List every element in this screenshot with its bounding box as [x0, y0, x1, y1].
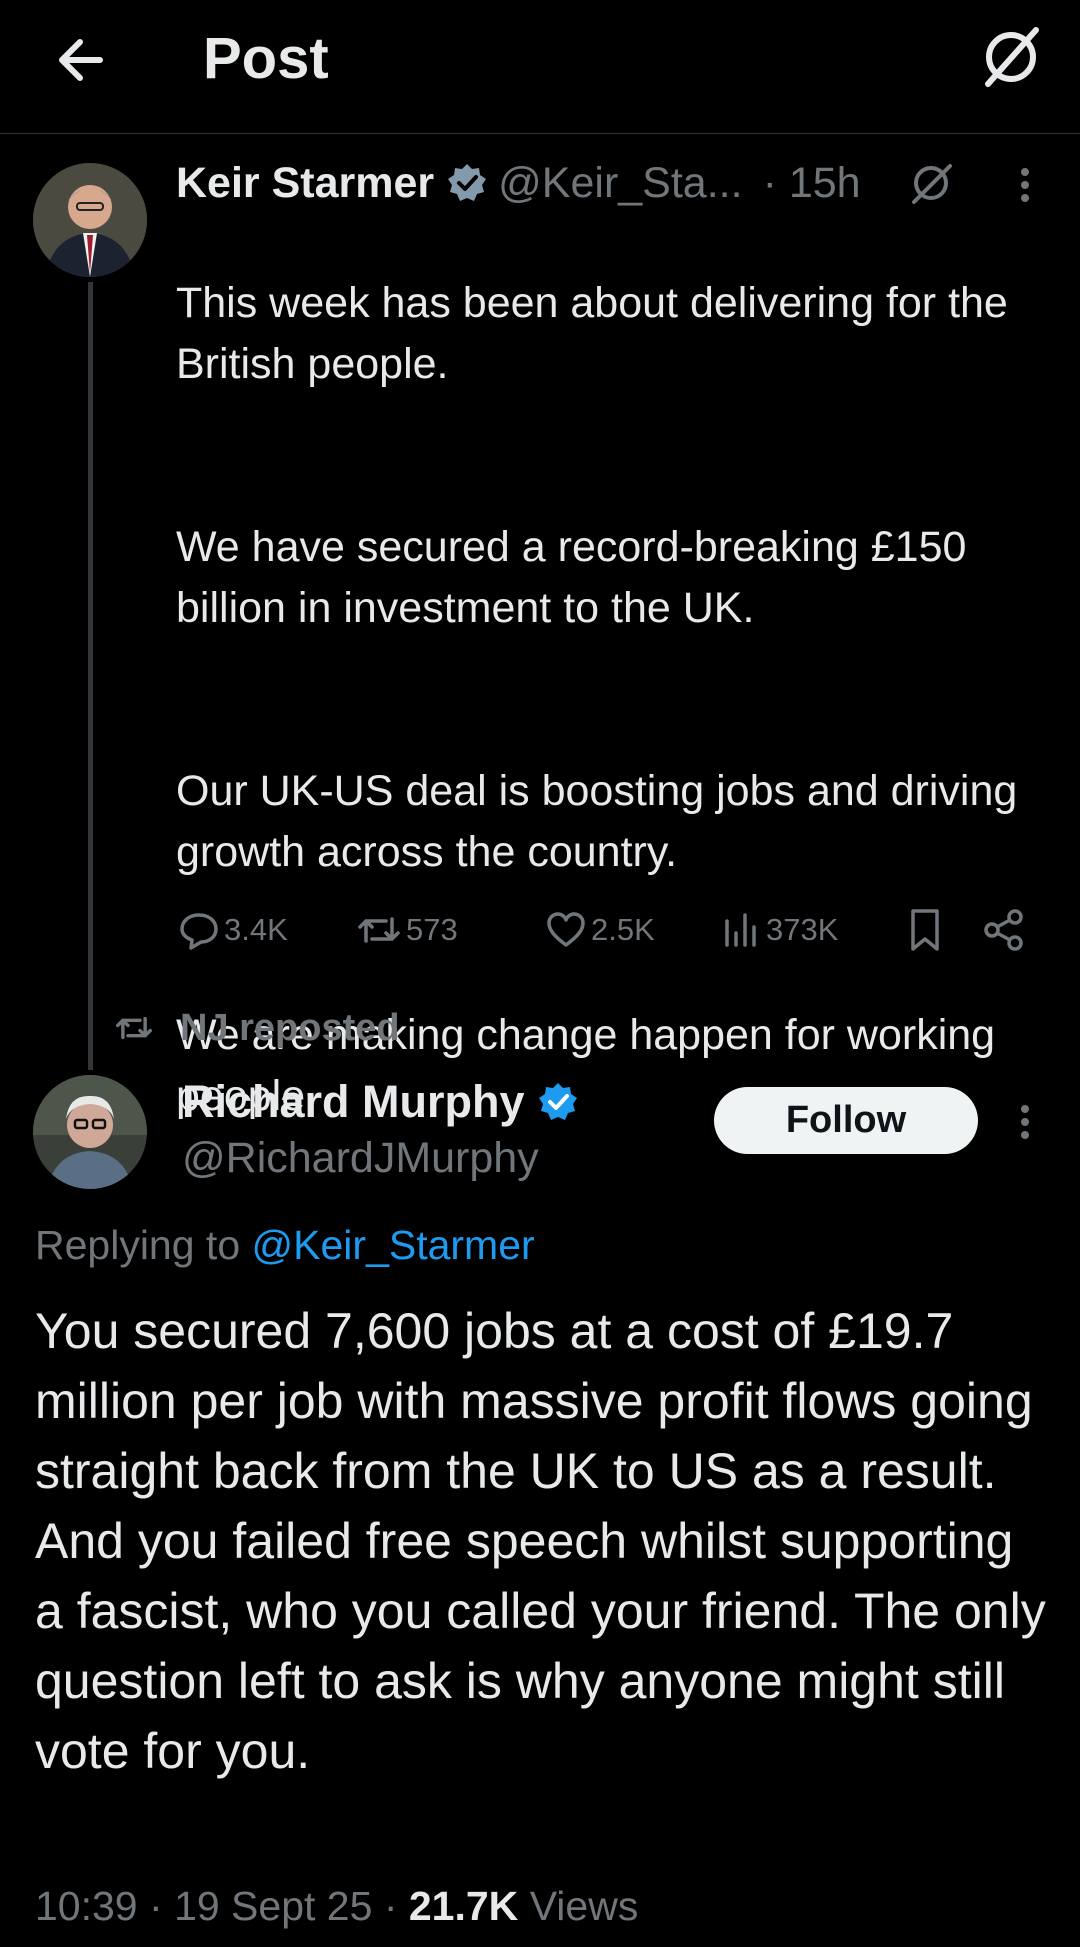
page-title: Post: [203, 26, 329, 91]
main-tweet-author: Richard Murphy: [182, 1072, 579, 1132]
repost-banner: NJ reposted: [114, 1003, 400, 1053]
repost-count: 573: [406, 912, 458, 947]
views-icon: [722, 909, 762, 951]
reply-icon: [178, 909, 220, 951]
top-bar: Post: [0, 0, 1080, 134]
like-icon: [545, 909, 587, 951]
replying-handle-link[interactable]: @Keir_Starmer: [252, 1222, 535, 1268]
grok-icon[interactable]: [906, 158, 956, 208]
tweet-meta: 10:39 · 19 Sept 25 · 21.7K Views: [35, 1876, 638, 1936]
separator: ·: [383, 1883, 409, 1929]
views-count: 373K: [766, 912, 839, 947]
back-arrow-icon[interactable]: [50, 30, 110, 90]
separator: ·: [149, 1883, 175, 1929]
avatar-richard-murphy[interactable]: [33, 1075, 147, 1189]
repost-banner-text[interactable]: NJ reposted: [180, 1007, 400, 1050]
views-button[interactable]: 373K: [722, 900, 838, 960]
follow-button[interactable]: Follow: [714, 1087, 978, 1154]
more-icon[interactable]: [1005, 1100, 1045, 1144]
replying-prefix: Replying to: [35, 1222, 241, 1268]
author-handle[interactable]: @Keir_Sta...: [498, 159, 742, 208]
tweet-paragraph: This week has been about delivering for …: [176, 279, 1008, 388]
bookmark-icon[interactable]: [905, 907, 945, 953]
share-icon[interactable]: [982, 907, 1026, 953]
like-count: 2.5K: [591, 912, 655, 947]
repost-button[interactable]: 573: [356, 900, 458, 960]
verified-badge-icon: [446, 162, 488, 204]
more-icon[interactable]: [1005, 163, 1045, 207]
author-name[interactable]: Richard Murphy: [182, 1076, 525, 1128]
tweet-date: 19 Sept 25: [174, 1883, 373, 1929]
grok-icon[interactable]: [978, 24, 1044, 90]
reply-count: 3.4K: [224, 912, 288, 947]
repost-icon: [114, 1010, 154, 1046]
like-button[interactable]: 2.5K: [545, 900, 655, 960]
views-count[interactable]: 21.7K: [409, 1883, 518, 1929]
avatar-keir-starmer[interactable]: [33, 163, 147, 277]
replying-to: Replying to @Keir_Starmer: [35, 1215, 535, 1275]
parent-tweet-header: Keir Starmer @Keir_Sta... · 15h: [176, 153, 861, 213]
views-label: Views: [529, 1883, 639, 1929]
tweet-paragraph: We have secured a record-breaking £150 b…: [176, 523, 967, 632]
reply-button[interactable]: 3.4K: [178, 900, 288, 960]
author-name[interactable]: Keir Starmer: [176, 159, 434, 208]
tweet-time: 10:39: [35, 1883, 138, 1929]
main-tweet-text: You secured 7,600 jobs at a cost of £19.…: [35, 1303, 1046, 1779]
repost-icon: [356, 909, 402, 951]
author-handle[interactable]: @RichardJMurphy: [182, 1130, 539, 1186]
tweet-paragraph: Our UK-US deal is boosting jobs and driv…: [176, 767, 1018, 876]
tweet-time: · 15h: [762, 158, 861, 207]
verified-badge-icon: [537, 1081, 579, 1123]
thread-line: [88, 282, 93, 1070]
